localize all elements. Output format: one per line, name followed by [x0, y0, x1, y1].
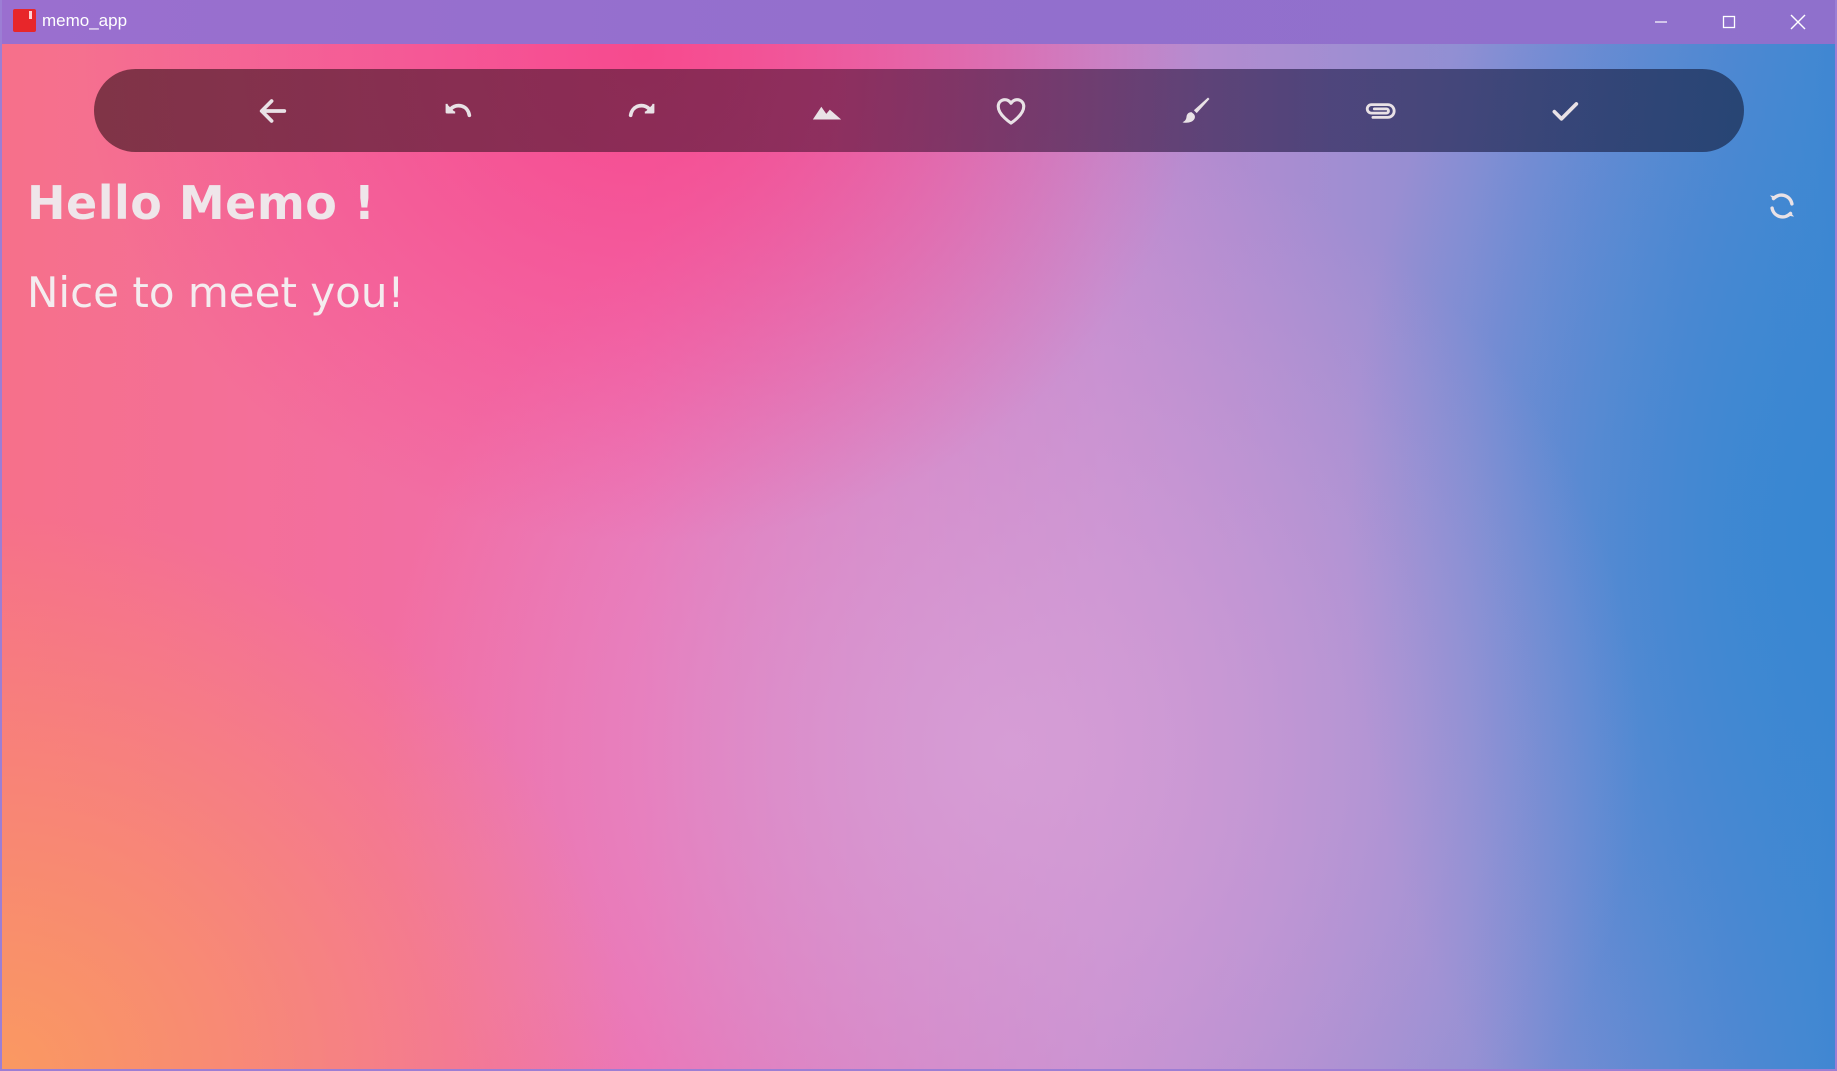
close-button[interactable]	[1764, 0, 1832, 44]
minimize-icon	[1655, 21, 1667, 23]
check-icon	[1552, 102, 1579, 121]
favorite-button[interactable]	[990, 90, 1032, 132]
memo-body[interactable]: Nice to meet you!	[27, 268, 404, 317]
mountain-image-icon	[812, 106, 842, 120]
app-window: memo_app Hello Memo ! Nice to meet you!	[0, 0, 1837, 1071]
attach-button[interactable]	[1359, 90, 1401, 132]
title-bar[interactable]: memo_app	[0, 0, 1837, 44]
app-logo-icon	[13, 9, 36, 32]
redo-button[interactable]	[621, 90, 663, 132]
brush-icon	[1182, 97, 1210, 123]
memo-title[interactable]: Hello Memo !	[27, 176, 375, 230]
arrow-left-icon	[259, 99, 287, 123]
close-icon	[1790, 14, 1806, 30]
gradient-background	[0, 0, 1837, 1071]
refresh-icon	[1769, 193, 1795, 219]
paint-brush-button[interactable]	[1175, 90, 1217, 132]
minimize-button[interactable]	[1627, 0, 1695, 44]
maximize-icon	[1722, 15, 1736, 29]
paperclip-icon	[1365, 103, 1396, 119]
back-button[interactable]	[252, 90, 294, 132]
heart-icon	[996, 98, 1026, 125]
maximize-button[interactable]	[1695, 0, 1763, 44]
undo-icon	[445, 103, 472, 118]
editor-toolbar	[94, 69, 1744, 152]
done-button[interactable]	[1544, 90, 1586, 132]
window-title: memo_app	[42, 11, 128, 30]
redo-icon	[628, 103, 655, 118]
undo-button[interactable]	[437, 90, 479, 132]
refresh-button[interactable]	[1762, 186, 1802, 226]
insert-image-button[interactable]	[806, 90, 848, 132]
